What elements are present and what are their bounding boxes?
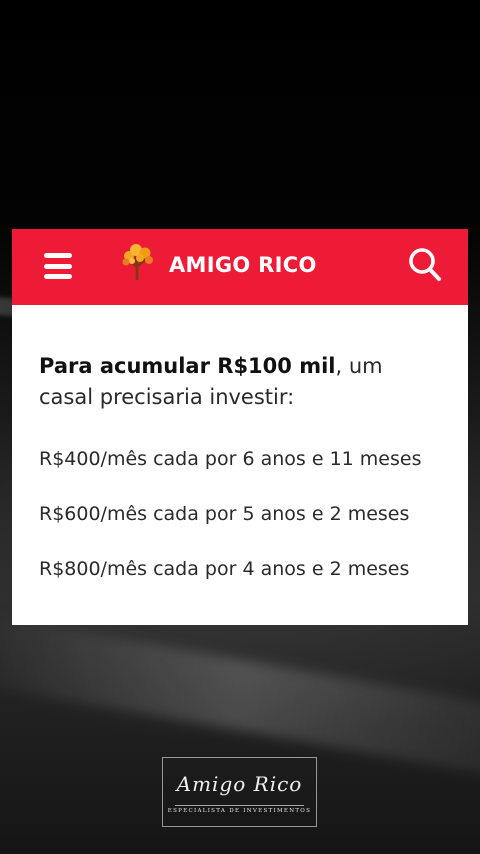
hamburger-menu-icon[interactable] <box>44 253 72 279</box>
intro-text: Para acumular R$100 mil, um casal precis… <box>39 351 440 413</box>
brand-name[interactable]: AMIGO RICO <box>169 253 317 277</box>
post-content: Para acumular R$100 mil, um casal precis… <box>12 305 468 582</box>
post-card: AMIGO RICO Para acumular R$100 mil, um c… <box>12 229 468 625</box>
tree-icon <box>122 244 153 281</box>
option-800: R$800/mês cada por 4 anos e 2 meses <box>39 558 410 580</box>
option-400: R$400/mês cada por 6 anos e 11 meses <box>39 448 422 470</box>
signature-logo: Amigo Rico ESPECIALISTA DE INVESTIMENTOS <box>162 757 317 827</box>
signature-subtitle: ESPECIALISTA DE INVESTIMENTOS <box>167 808 312 814</box>
signature-divider <box>175 805 304 806</box>
option-600: R$600/mês cada por 5 anos e 2 meses <box>39 503 410 525</box>
intro-bold: Para acumular R$100 mil <box>39 354 336 378</box>
signature-script: Amigo Rico <box>176 772 303 796</box>
header-bar: AMIGO RICO <box>12 229 468 305</box>
search-icon[interactable] <box>408 247 442 283</box>
